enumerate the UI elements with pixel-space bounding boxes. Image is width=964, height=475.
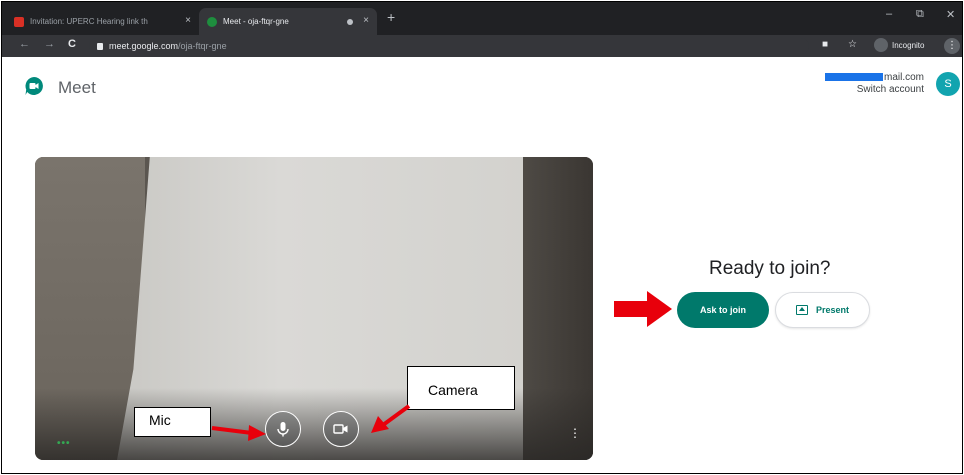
- tab-title: Meet - oja-ftqr-gne: [223, 17, 289, 26]
- present-label: Present: [815, 305, 850, 315]
- camera-annotation-label: Camera: [407, 366, 515, 410]
- lock-icon: [97, 42, 103, 50]
- ask-to-join-button[interactable]: Ask to join: [677, 292, 769, 328]
- account-info: mail.com Switch account: [824, 72, 924, 96]
- recording-indicator-icon: [347, 19, 353, 25]
- meet-favicon-icon: [207, 16, 217, 27]
- bookmark-star-icon[interactable]: ☆: [848, 39, 857, 50]
- redaction-bar: [824, 73, 883, 82]
- video-preview: ••• ⋮: [35, 157, 593, 460]
- camera-in-use-icon[interactable]: ■: [822, 39, 828, 50]
- browser-toolbar: ← → C meet.google.com/oja-ftqr-gne ■ ☆ I…: [2, 35, 962, 57]
- switch-account-link[interactable]: Switch account: [825, 84, 924, 96]
- browser-tab-strip: Invitation: UPERC Hearing link th × Meet…: [2, 2, 962, 35]
- microphone-icon: [277, 422, 289, 437]
- forward-button[interactable]: →: [44, 38, 55, 50]
- present-button[interactable]: Present: [775, 292, 870, 328]
- mic-annotation-label: Mic: [134, 407, 211, 437]
- tab-invitation[interactable]: Invitation: UPERC Hearing link th ×: [6, 8, 199, 35]
- meet-logo-icon: [25, 77, 43, 95]
- mic-toggle-button[interactable]: [265, 411, 301, 447]
- tab-meet[interactable]: Meet - oja-ftqr-gne ×: [199, 8, 377, 35]
- browser-menu-button[interactable]: ⋮: [944, 38, 960, 54]
- gmail-icon: [14, 16, 24, 27]
- more-options-icon[interactable]: •••: [57, 438, 71, 449]
- address-bar[interactable]: meet.google.com/oja-ftqr-gne: [89, 38, 809, 54]
- incognito-indicator[interactable]: Incognito: [874, 38, 924, 52]
- new-tab-button[interactable]: +: [387, 9, 395, 25]
- back-button[interactable]: ←: [19, 38, 30, 50]
- join-arrow-icon: [614, 291, 672, 327]
- video-settings-icon[interactable]: ⋮: [569, 427, 581, 439]
- camera-toggle-button[interactable]: [323, 411, 359, 447]
- incognito-icon: [874, 38, 888, 52]
- incognito-label: Incognito: [892, 40, 925, 50]
- reload-button[interactable]: C: [68, 38, 76, 50]
- close-window-button[interactable]: ✕: [946, 8, 955, 21]
- restore-button[interactable]: ⧉: [916, 8, 924, 21]
- ready-heading: Ready to join?: [709, 258, 831, 279]
- tab-title: Invitation: UPERC Hearing link th: [30, 17, 148, 26]
- url-host: meet.google.com: [109, 41, 179, 51]
- present-screen-icon: [795, 305, 808, 315]
- close-tab-icon[interactable]: ×: [185, 16, 191, 26]
- account-email: mail.com: [883, 72, 924, 83]
- close-tab-icon[interactable]: ×: [363, 16, 369, 26]
- app-title: Meet: [58, 78, 96, 97]
- video-camera-icon: [333, 424, 348, 434]
- screenshot-frame: Invitation: UPERC Hearing link th × Meet…: [1, 1, 963, 474]
- minimize-button[interactable]: –: [886, 8, 892, 20]
- url-path: /oja-ftqr-gne: [178, 41, 227, 51]
- avatar[interactable]: S: [936, 72, 960, 96]
